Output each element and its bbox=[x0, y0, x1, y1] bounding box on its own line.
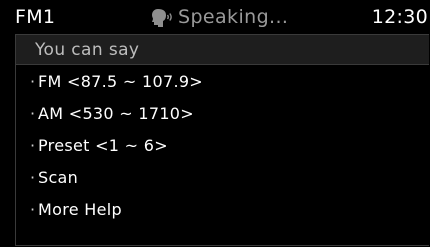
status-bar: FM1 Speaking... 12:30 bbox=[0, 0, 430, 34]
command-label: AM <530 ~ 1710> bbox=[38, 103, 194, 123]
bullet-dot: · bbox=[30, 71, 36, 91]
command-label: Preset <1 ~ 6> bbox=[38, 135, 168, 155]
clock: 12:30 bbox=[371, 6, 428, 28]
command-list: · FM <87.5 ~ 107.9> · AM <530 ~ 1710> · … bbox=[16, 65, 429, 225]
bullet-dot: · bbox=[30, 167, 36, 187]
command-item-scan[interactable]: · Scan bbox=[16, 161, 429, 193]
bullet-dot: · bbox=[30, 135, 36, 155]
command-item-am[interactable]: · AM <530 ~ 1710> bbox=[16, 97, 429, 129]
command-item-fm[interactable]: · FM <87.5 ~ 107.9> bbox=[16, 65, 429, 97]
command-item-more-help[interactable]: · More Help bbox=[16, 193, 429, 225]
bullet-dot: · bbox=[30, 199, 36, 219]
panel-header: You can say bbox=[16, 35, 429, 65]
voice-status-label: Speaking... bbox=[178, 6, 289, 28]
bullet-dot: · bbox=[30, 103, 36, 123]
command-label: More Help bbox=[38, 199, 122, 219]
voice-status: Speaking... bbox=[148, 5, 288, 29]
radio-source-label: FM1 bbox=[15, 6, 56, 28]
command-label: FM <87.5 ~ 107.9> bbox=[38, 71, 204, 91]
command-label: Scan bbox=[38, 167, 79, 187]
command-item-preset[interactable]: · Preset <1 ~ 6> bbox=[16, 129, 429, 161]
panel-title: You can say bbox=[35, 40, 140, 60]
speaking-head-icon bbox=[148, 6, 174, 28]
voice-prompt-panel: You can say · FM <87.5 ~ 107.9> · AM <53… bbox=[15, 34, 429, 246]
